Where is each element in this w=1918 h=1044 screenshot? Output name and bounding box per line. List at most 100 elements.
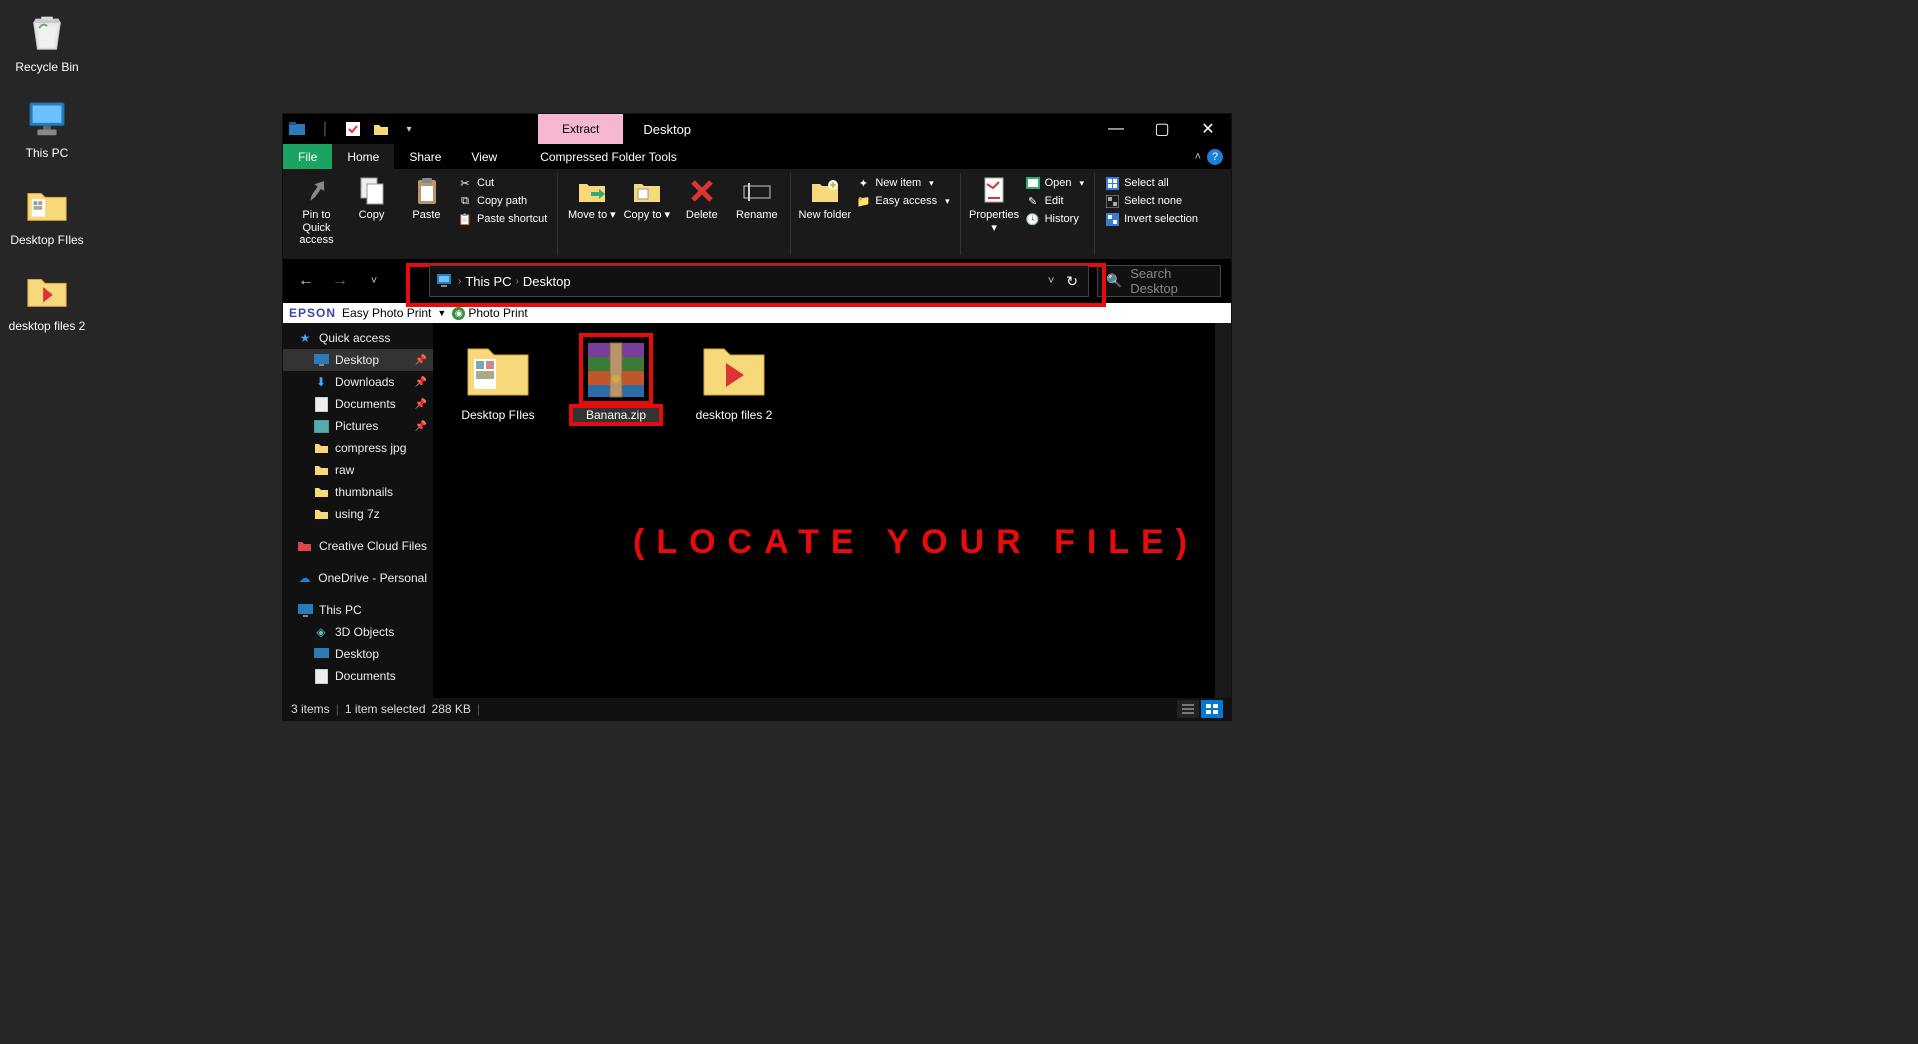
icons-view-button[interactable]	[1201, 700, 1223, 718]
sidebar-item-folder[interactable]: using 7z	[283, 503, 433, 525]
file-list-pane[interactable]: Desktop FIles Banana.zip desktop files 2…	[433, 323, 1231, 698]
ribbon-group-select: Select all Select none Invert selection	[1095, 173, 1208, 255]
recent-locations-button[interactable]: ˅	[361, 268, 387, 294]
paste-shortcut-button[interactable]: 📋Paste shortcut	[454, 211, 551, 227]
easy-access-button[interactable]: 📁Easy access▾	[852, 193, 953, 209]
up-button[interactable]: ↑	[395, 268, 421, 294]
maximize-button[interactable]: ▢	[1139, 114, 1185, 144]
sidebar-item-3dobjects[interactable]: ◈3D Objects	[283, 621, 433, 643]
sidebar-item-downloads[interactable]: ⬇Downloads📌	[283, 371, 433, 393]
breadcrumb-thispc[interactable]: This PC	[465, 274, 511, 289]
edit-button[interactable]: ✎ Edit	[1022, 193, 1088, 209]
sidebar-item-folder[interactable]: compress jpg	[283, 437, 433, 459]
select-all-button[interactable]: Select all	[1101, 175, 1202, 191]
3d-objects-icon: ◈	[313, 624, 329, 640]
sidebar-item-documents[interactable]: Documents	[283, 665, 433, 687]
qat-separator: |	[313, 117, 337, 141]
address-bar[interactable]: › This PC › Desktop ˅ ↻	[429, 265, 1089, 297]
sidebar-item-pictures[interactable]: Pictures📌	[283, 415, 433, 437]
file-item-folder[interactable]: desktop files 2	[689, 335, 779, 424]
desktop-icon-label: Recycle Bin	[15, 60, 78, 74]
refresh-icon[interactable]: ↻	[1062, 273, 1082, 290]
copy-button[interactable]: Copy	[344, 173, 399, 255]
back-button[interactable]: ←	[293, 268, 319, 294]
tab-share[interactable]: Share	[394, 144, 456, 169]
new-item-button[interactable]: ✦New item▾	[852, 175, 953, 191]
desktop-icon-recyclebin[interactable]: Recycle Bin	[8, 8, 86, 74]
navigation-sidebar: ★Quick access Desktop📌 ⬇Downloads📌 Docum…	[283, 323, 433, 698]
collapse-ribbon-icon[interactable]: ˄	[1195, 151, 1201, 163]
documents-icon	[313, 396, 329, 412]
delete-button[interactable]: Delete	[674, 173, 729, 255]
cut-button[interactable]: ✂Cut	[454, 175, 551, 191]
explorer-icon[interactable]	[285, 117, 309, 141]
view-toggle	[1177, 700, 1223, 718]
tab-compressed-tools[interactable]: Compressed Folder Tools	[525, 144, 692, 169]
epson-label: Photo Print	[468, 306, 527, 320]
sidebar-label: thumbnails	[335, 485, 393, 499]
properties-button[interactable]: Properties ▾	[967, 173, 1022, 255]
ribbon-tabs: File Home Share View Compressed Folder T…	[283, 144, 1231, 169]
edit-icon: ✎	[1026, 194, 1040, 208]
ribbon-label: Move to ▾	[568, 209, 616, 222]
ribbon-label: Properties ▾	[967, 209, 1022, 234]
copy-path-button[interactable]: ⧉Copy path	[454, 193, 551, 209]
open-button[interactable]: Open▾	[1022, 175, 1088, 191]
invert-selection-icon	[1105, 212, 1119, 226]
ribbon-label: Delete	[686, 209, 718, 222]
breadcrumb-desktop[interactable]: Desktop	[523, 274, 571, 289]
new-folder-qat-icon[interactable]	[369, 117, 393, 141]
rename-button[interactable]: Rename	[729, 173, 784, 255]
sidebar-onedrive[interactable]: ☁OneDrive - Personal	[283, 567, 433, 589]
pin-icon: 📌	[415, 377, 427, 388]
ribbon-label: Select all	[1124, 177, 1169, 189]
sidebar-creative-cloud[interactable]: Creative Cloud Files	[283, 535, 433, 557]
desktop-icon-folder[interactable]: desktop files 2	[8, 267, 86, 333]
sidebar-this-pc[interactable]: This PC	[283, 599, 433, 621]
file-item-archive[interactable]: Banana.zip	[571, 335, 661, 424]
help-icon[interactable]: ?	[1207, 149, 1223, 165]
folder-icon	[313, 440, 329, 456]
file-item-folder[interactable]: Desktop FIles	[453, 335, 543, 424]
properties-icon[interactable]	[341, 117, 365, 141]
sidebar-item-folder[interactable]: thumbnails	[283, 481, 433, 503]
epson-photo-print[interactable]: ◉Photo Print	[452, 306, 527, 320]
select-none-button[interactable]: Select none	[1101, 193, 1202, 209]
history-button[interactable]: 🕓History	[1022, 211, 1088, 227]
address-dropdown-icon[interactable]: ˅	[1044, 275, 1058, 287]
epson-easy-photo-print[interactable]: Easy Photo Print	[342, 306, 431, 320]
qat-customize-icon[interactable]: ▾	[397, 117, 421, 141]
sidebar-item-desktop[interactable]: Desktop	[283, 643, 433, 665]
breadcrumb-separator-icon[interactable]: ›	[516, 276, 519, 287]
copy-to-button[interactable]: Copy to ▾	[619, 173, 674, 255]
search-box[interactable]: 🔍 Search Desktop	[1097, 265, 1221, 297]
forward-button[interactable]: →	[327, 268, 353, 294]
breadcrumb-separator-icon[interactable]: ›	[458, 276, 461, 287]
sidebar-item-folder[interactable]: raw	[283, 459, 433, 481]
tab-file[interactable]: File	[283, 144, 332, 169]
desktop-icon-folder[interactable]: Desktop FIles	[8, 181, 86, 247]
desktop-icon-thispc[interactable]: This PC	[8, 94, 86, 160]
new-folder-button[interactable]: New folder	[797, 173, 852, 255]
ribbon-label: Select none	[1124, 195, 1182, 207]
tab-home[interactable]: Home	[332, 144, 394, 169]
sidebar-quick-access[interactable]: ★Quick access	[283, 327, 433, 349]
delete-icon	[686, 175, 718, 207]
scrollbar[interactable]	[1215, 323, 1231, 698]
tab-view[interactable]: View	[456, 144, 512, 169]
invert-selection-button[interactable]: Invert selection	[1101, 211, 1202, 227]
details-view-button[interactable]	[1177, 700, 1199, 718]
minimize-button[interactable]: —	[1093, 114, 1139, 144]
move-to-button[interactable]: Move to ▾	[564, 173, 619, 255]
pin-to-quick-access-button[interactable]: Pin to Quick access	[289, 173, 344, 255]
context-tab-extract[interactable]: Extract	[538, 114, 623, 144]
ribbon-label: Pin to Quick access	[289, 209, 344, 247]
ribbon-label: Paste	[412, 209, 440, 222]
sidebar-item-documents[interactable]: Documents📌	[283, 393, 433, 415]
ribbon-label: Edit	[1045, 195, 1064, 207]
sidebar-item-desktop[interactable]: Desktop📌	[283, 349, 433, 371]
dropdown-icon[interactable]: ▼	[437, 308, 446, 318]
paste-button[interactable]: Paste	[399, 173, 454, 255]
onedrive-icon: ☁	[297, 570, 312, 586]
close-button[interactable]: ✕	[1185, 114, 1231, 144]
